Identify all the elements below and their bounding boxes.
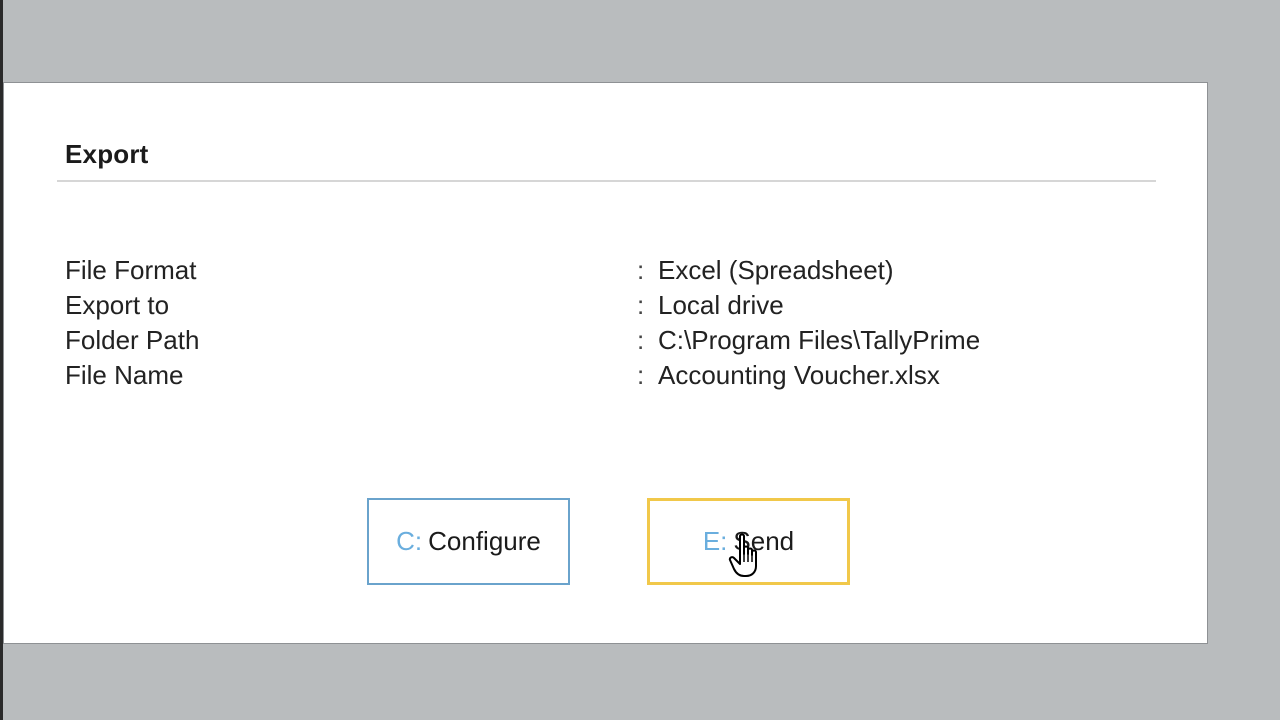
export-dialog: Export File Format : Excel (Spreadsheet)… xyxy=(3,82,1208,644)
export-fields: File Format : Excel (Spreadsheet) Export… xyxy=(65,253,1065,393)
shortcut-key: C: xyxy=(396,526,423,556)
field-label: Export to xyxy=(65,290,170,320)
button-label: Send xyxy=(733,526,795,556)
field-file-format[interactable]: File Format : Excel (Spreadsheet) xyxy=(65,253,1065,288)
field-file-name[interactable]: File Name : Accounting Voucher.xlsx xyxy=(65,358,1065,393)
field-value[interactable]: Accounting Voucher.xlsx xyxy=(658,358,940,393)
field-colon: : xyxy=(637,360,645,390)
field-value[interactable]: Local drive xyxy=(658,288,784,323)
field-colon: : xyxy=(637,325,645,355)
field-folder-path[interactable]: Folder Path : C:\Program Files\TallyPrim… xyxy=(65,323,1065,358)
send-button[interactable]: E: Send xyxy=(647,498,850,585)
button-label: Configure xyxy=(428,526,541,556)
title-divider xyxy=(57,180,1156,182)
shortcut-key: E: xyxy=(702,526,728,556)
configure-button[interactable]: C: Configure xyxy=(367,498,570,585)
dialog-title: Export xyxy=(65,139,149,169)
field-value[interactable]: Excel (Spreadsheet) xyxy=(658,253,894,288)
field-colon: : xyxy=(637,290,645,320)
field-label: File Name xyxy=(65,360,184,390)
field-label: Folder Path xyxy=(65,325,200,355)
field-value[interactable]: C:\Program Files\TallyPrime xyxy=(658,323,980,358)
field-colon: : xyxy=(637,255,645,285)
field-export-to[interactable]: Export to : Local drive xyxy=(65,288,1065,323)
field-label: File Format xyxy=(65,255,197,285)
